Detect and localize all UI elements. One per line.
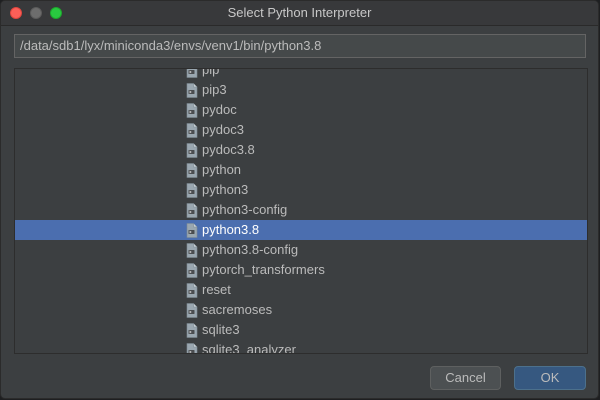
file-list-item[interactable]: pip xyxy=(15,68,587,80)
executable-file-icon xyxy=(186,163,198,178)
file-list-item-label: python3.8 xyxy=(202,222,260,237)
file-list-item-label: sqlite3_analyzer xyxy=(202,342,296,354)
file-list-item-label: pytorch_transformers xyxy=(202,262,325,277)
file-list-item[interactable]: pydoc3 xyxy=(15,120,587,140)
executable-file-icon xyxy=(186,323,198,338)
file-list[interactable]: pip pip3 pydoc pydoc3 pydoc3.8 python python3 p… xyxy=(14,68,588,354)
executable-file-icon xyxy=(186,143,198,158)
executable-file-icon xyxy=(186,123,198,138)
dialog-title: Select Python Interpreter xyxy=(227,5,372,20)
file-list-item[interactable]: pip3 xyxy=(15,80,587,100)
file-list-item[interactable]: sqlite3_analyzer xyxy=(15,340,587,354)
file-list-item[interactable]: python xyxy=(15,160,587,180)
file-list-item-label: pip3 xyxy=(202,82,227,97)
file-list-item[interactable]: pytorch_transformers xyxy=(15,260,587,280)
file-list-item-label: python3-config xyxy=(202,202,288,217)
executable-file-icon xyxy=(186,263,198,278)
file-list-item-label: pydoc3.8 xyxy=(202,142,255,157)
file-list-item[interactable]: python3.8-config xyxy=(15,240,587,260)
path-input[interactable]: /data/sdb1/lyx/miniconda3/envs/venv1/bin… xyxy=(14,34,586,58)
file-list-item[interactable]: sacremoses xyxy=(15,300,587,320)
executable-file-icon xyxy=(186,343,198,353)
file-list-item-label: python3 xyxy=(202,182,249,197)
file-list-rows: pip pip3 pydoc pydoc3 pydoc3.8 python python3 p… xyxy=(15,68,587,354)
executable-file-icon xyxy=(186,183,198,198)
executable-file-icon xyxy=(186,223,198,238)
file-list-item[interactable]: pydoc3.8 xyxy=(15,140,587,160)
file-list-item-label: pydoc3 xyxy=(202,122,244,137)
executable-file-icon xyxy=(186,69,198,78)
cancel-button[interactable]: Cancel xyxy=(430,366,501,390)
executable-file-icon xyxy=(186,303,198,318)
file-list-item[interactable]: reset xyxy=(15,280,587,300)
executable-file-icon xyxy=(186,203,198,218)
file-list-item[interactable]: python3.8 xyxy=(15,220,587,240)
executable-file-icon xyxy=(186,283,198,298)
file-list-item-label: pydoc xyxy=(202,102,237,117)
file-list-item[interactable]: pydoc xyxy=(15,100,587,120)
executable-file-icon xyxy=(186,83,198,98)
file-list-item-label: sacremoses xyxy=(202,302,273,317)
executable-file-icon xyxy=(186,103,198,118)
title-bar[interactable]: Select Python Interpreter xyxy=(1,1,598,26)
executable-file-icon xyxy=(186,243,198,258)
file-list-item-label: python xyxy=(202,162,242,177)
file-list-item[interactable]: python3 xyxy=(15,180,587,200)
file-list-item-label: python3.8-config xyxy=(202,242,299,257)
file-list-item-label: sqlite3 xyxy=(202,322,240,337)
select-interpreter-dialog: Select Python Interpreter /data/sdb1/lyx… xyxy=(0,0,599,399)
file-list-item[interactable]: sqlite3 xyxy=(15,320,587,340)
file-list-item-label: reset xyxy=(202,282,231,297)
file-list-item-label: pip xyxy=(202,68,220,77)
ok-button[interactable]: OK xyxy=(514,366,586,390)
file-list-item[interactable]: python3-config xyxy=(15,200,587,220)
